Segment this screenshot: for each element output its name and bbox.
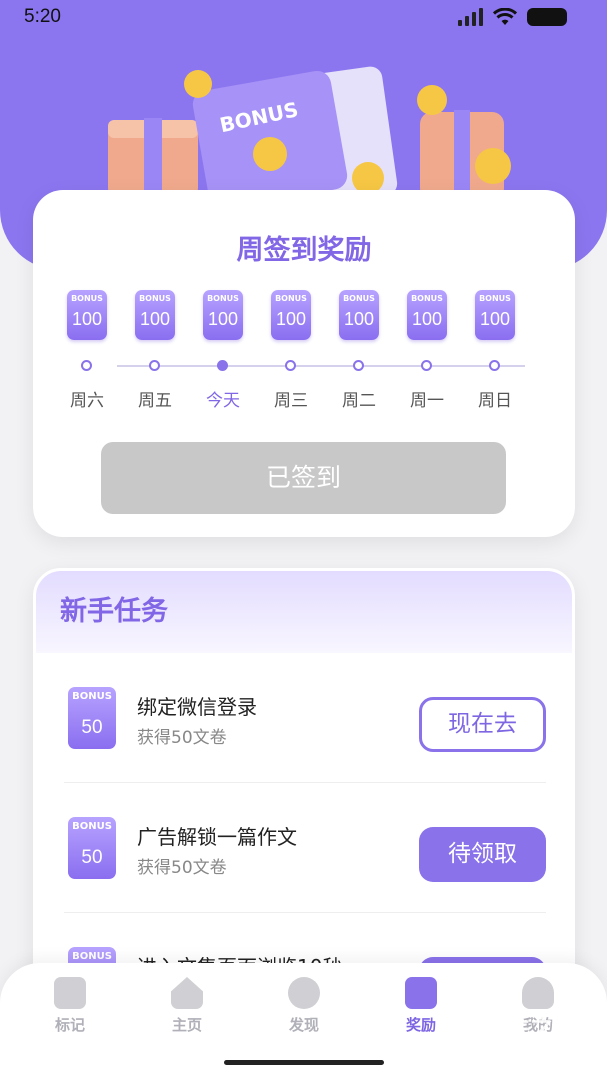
ticket-badge: BONUS [72, 951, 112, 962]
day-dot [353, 360, 364, 371]
day-label: 周一 [410, 391, 444, 411]
gift-icon [405, 977, 437, 1009]
day-ticket: BONUS 100 [337, 290, 381, 340]
tab-bookmark[interactable]: 标记 [35, 977, 105, 1035]
ticket-badge: BONUS [72, 821, 112, 832]
tab-label: 主页 [171, 1016, 202, 1034]
ticket-badge: BONUS [72, 691, 112, 702]
home-icon [171, 977, 203, 1009]
day-ticket: BONUS 100 [269, 290, 313, 340]
ticket-amount: 50 [81, 847, 103, 868]
day-dot [489, 360, 500, 371]
day-label: 周日 [478, 391, 512, 411]
weekly-days: BONUS 100 BONUS 100 BONUS 100 BONUS 100 BONU… [65, 290, 545, 411]
claim-button[interactable]: 待领取 [419, 827, 546, 882]
book-icon [54, 977, 86, 1009]
ticket-badge: BONUS [139, 294, 171, 303]
tab-home[interactable]: 主页 [152, 977, 222, 1035]
watermark-title: 硬件之家 [482, 1014, 578, 1042]
ticket-amount: 100 [411, 309, 443, 329]
tab-discover[interactable]: 发现 [269, 977, 339, 1035]
battery-icon [527, 8, 567, 26]
day-label: 周五 [138, 391, 172, 411]
day-label-today: 今天 [206, 391, 240, 411]
ticket-badge: BONUS [71, 294, 103, 303]
status-time: 5:20 [24, 6, 61, 27]
watermark-sub: YING JIAN ZHI JIA.COM [482, 1043, 592, 1052]
wifi-icon [493, 8, 517, 25]
ticket-amount: 100 [139, 309, 171, 329]
day-ticket: BONUS 100 [201, 290, 245, 340]
day-label: 周六 [70, 391, 104, 411]
weekly-checkin-card: 周签到奖励 BONUS 100 BONUS 100 BONUS 100 BONUS 10… [33, 190, 575, 537]
weekly-checkin-title: 周签到奖励 [236, 235, 372, 266]
task-name: 绑定微信登录 [137, 695, 257, 719]
bonus-hero-illustration: BONUS [108, 66, 511, 200]
ticket-icon: BONUS 50 [68, 817, 116, 879]
ticket-amount: 100 [275, 309, 307, 329]
day-dot [421, 360, 432, 371]
day-ticket: BONUS 100 [473, 290, 517, 340]
task-row: BONUS 50 广告解锁一篇作文 获得50文卷 待领取 [64, 783, 546, 913]
go-now-button[interactable]: 现在去 [419, 697, 546, 752]
home-indicator[interactable] [224, 1060, 384, 1065]
ticket-amount: 50 [81, 717, 103, 738]
day-dot-today [217, 360, 228, 371]
compass-icon [288, 977, 320, 1009]
ticket-badge: BONUS [275, 294, 307, 303]
user-icon [522, 977, 554, 1009]
day-dot [149, 360, 160, 371]
day-ticket: BONUS 100 [65, 290, 109, 340]
ticket-badge: BONUS [207, 294, 239, 303]
day-ticket: BONUS 100 [405, 290, 449, 340]
day-dot [285, 360, 296, 371]
ticket-amount: 100 [207, 309, 239, 329]
signed-in-button[interactable]: 已签到 [101, 442, 506, 514]
ticket-amount: 100 [71, 309, 103, 329]
ticket-badge: BONUS [411, 294, 443, 303]
tab-label: 标记 [54, 1016, 85, 1034]
ticket-badge: BONUS [343, 294, 375, 303]
task-name: 广告解锁一篇作文 [137, 825, 297, 849]
task-reward: 获得50文卷 [137, 858, 227, 878]
day-label: 周三 [274, 391, 308, 411]
status-bar: 5:20 [0, 0, 607, 36]
task-row: BONUS 50 绑定微信登录 获得50文卷 现在去 [64, 653, 546, 783]
ticket-amount: 100 [343, 309, 375, 329]
tasks-title: 新手任务 [36, 571, 572, 653]
ticket-amount: 100 [479, 309, 511, 329]
day-ticket: BONUS 100 [133, 290, 177, 340]
day-label: 周二 [342, 391, 376, 411]
signal-icon [458, 8, 483, 26]
task-reward: 获得50文卷 [137, 728, 227, 748]
progress-line [117, 365, 525, 367]
tab-label: 发现 [288, 1016, 319, 1034]
day-dot [81, 360, 92, 371]
ticket-icon: BONUS 50 [68, 687, 116, 749]
watermark-logo: 硬件之家 YING JIAN ZHI JIA.COM [438, 1008, 598, 1054]
ticket-badge: BONUS [479, 294, 511, 303]
